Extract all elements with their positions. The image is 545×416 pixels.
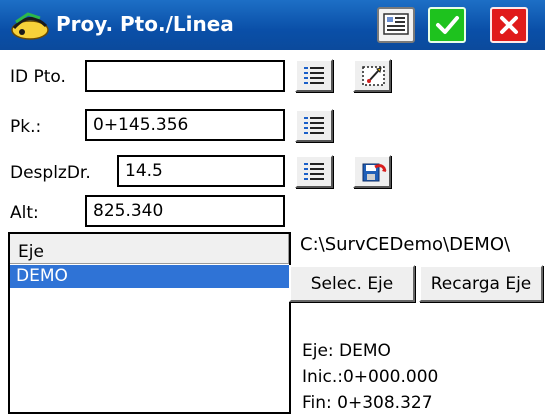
offset-field[interactable]: 14.5: [117, 155, 285, 187]
keypad-button[interactable]: [377, 7, 415, 43]
select-axis-button[interactable]: Selec. Eje: [289, 265, 415, 302]
axis-path: C:\SurvCEDemo\DEMO\: [300, 234, 511, 255]
ok-button[interactable]: [428, 7, 466, 43]
keypad-icon: [383, 13, 409, 35]
map-pick-button[interactable]: [353, 59, 391, 92]
title-bar: Proy. Pto./Linea: [0, 0, 545, 50]
point-list-button[interactable]: [295, 59, 333, 92]
offset-list-button[interactable]: [295, 155, 333, 188]
offset-label: DesplzDr.: [10, 163, 91, 183]
survey-app-icon: [11, 12, 49, 40]
close-x-icon: [500, 16, 518, 34]
axis-end-info: Fin: 0+308.327: [302, 393, 433, 413]
point-id-field[interactable]: [85, 60, 285, 92]
window-title: Proy. Pto./Linea: [56, 12, 234, 36]
axis-start-info: Inic.:0+000.000: [302, 367, 439, 387]
list-icon: [304, 67, 324, 84]
save-button[interactable]: [353, 155, 391, 188]
axis-name-info: Eje: DEMO: [302, 341, 391, 361]
station-list-button[interactable]: [295, 109, 333, 142]
axis-list[interactable]: Eje DEMO: [8, 232, 291, 414]
save-disk-icon: [362, 163, 387, 182]
reload-axis-button[interactable]: Recarga Eje: [419, 265, 543, 302]
map-pick-icon: [362, 66, 385, 86]
checkmark-icon: [436, 16, 459, 34]
close-button[interactable]: [490, 7, 528, 43]
point-id-label: ID Pto.: [10, 67, 66, 87]
elevation-field[interactable]: 825.340: [85, 195, 285, 227]
station-label: Pk.:: [10, 117, 42, 137]
station-field[interactable]: 0+145.356: [85, 109, 285, 141]
elevation-label: Alt:: [10, 203, 39, 223]
list-icon: [304, 117, 324, 134]
axis-list-header[interactable]: Eje: [10, 234, 289, 264]
list-item[interactable]: DEMO: [10, 265, 289, 288]
list-icon: [304, 163, 324, 180]
